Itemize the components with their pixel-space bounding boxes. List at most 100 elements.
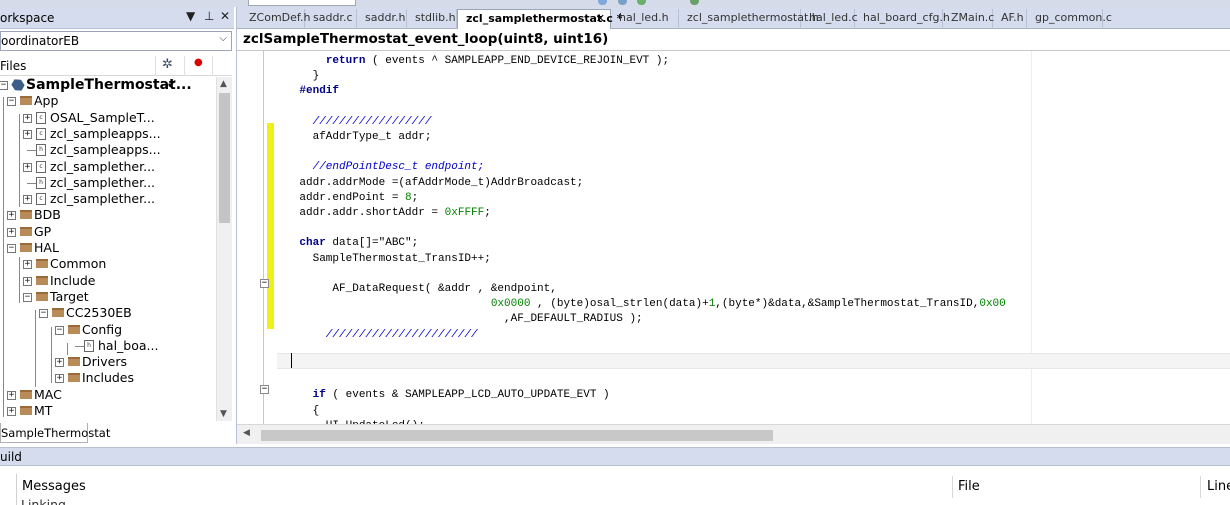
tree-item-mt[interactable]: + MT [0,403,216,419]
file-icon: h [84,339,94,352]
gear-icon[interactable]: ✲ [162,57,173,72]
tree-item-hal[interactable]: − HAL [0,240,216,256]
current-line-highlight [277,353,1230,369]
tab-hal-board-cfg-h[interactable]: hal_board_cfg.h [855,9,950,29]
tree-item-zcl-samplether[interactable]: + c zcl_samplether... [0,159,216,175]
collapse-icon[interactable]: − [7,244,16,253]
scroll-down-icon[interactable]: ▼ [220,409,227,419]
tree-item-label: HAL [34,240,59,255]
configuration-value: oordinatorEB [1,34,80,48]
tree-connector [51,327,52,383]
tree-item-label: BDB [34,207,61,223]
collapse-icon[interactable]: − [55,325,64,335]
function-navigator[interactable]: zclSampleThermostat_event_loop(uint8, ui… [237,29,1230,51]
scroll-up-icon[interactable]: ▲ [220,79,227,89]
editor-horizontal-scrollbar[interactable]: ◀ [237,424,1230,444]
tree-item-zcl-samplether[interactable]: h zcl_samplether... [0,175,216,191]
tree-item-samplethermostat[interactable]: − SampleThermostat... ✔ [0,77,216,93]
tree-item-config[interactable]: − Config [0,322,216,338]
tab-stdlib-h[interactable]: stdlib.h [407,9,457,29]
fold-toggle-icon[interactable]: − [260,385,269,394]
tree-item-gp[interactable]: + GP [0,224,216,240]
expand-icon[interactable]: + [23,113,32,123]
tree-item-label: zcl_samplether... [50,158,156,174]
tree-item-app[interactable]: − App [0,93,216,109]
toolbar-icon[interactable] [598,0,607,5]
collapse-icon[interactable]: − [7,97,16,107]
file-icon: c [36,127,46,140]
collapse-icon[interactable]: − [23,292,32,302]
scrollbar-thumb[interactable] [219,93,230,223]
expand-icon[interactable]: + [23,195,32,205]
tree-item-hal-boa[interactable]: h hal_boa... [0,338,216,354]
tab-label: hal_led.h [619,11,669,24]
file-icon: h [36,176,46,189]
tree-item-osal-samplet[interactable]: + c OSAL_SampleT... [0,110,216,126]
tree-item-common[interactable]: + Common [0,256,216,272]
tree-item-include[interactable]: + Include [0,273,216,289]
expand-icon[interactable]: + [23,162,32,172]
expand-icon[interactable]: + [7,227,16,237]
tree-item-zcl-sampleapps[interactable]: + c zcl_sampleapps... [0,126,216,142]
folder-icon [20,210,32,220]
folder-icon [20,389,32,399]
expand-icon[interactable]: + [23,276,32,286]
toolbar-icon[interactable] [637,0,646,5]
expand-icon[interactable]: + [7,407,16,416]
tree-item-label: Common [50,256,107,272]
scrollbar-thumb[interactable] [261,430,773,441]
expand-icon[interactable]: + [7,390,16,400]
toolbar-icon[interactable] [690,0,699,5]
tree-item-cc2530eb[interactable]: − CC2530EB [0,305,216,321]
tab-hal-led-h[interactable]: hal_led.h [611,9,679,29]
chevron-down-icon[interactable]: ⌵ [219,33,227,44]
toolbar-icon[interactable] [618,0,627,5]
collapse-icon[interactable]: − [0,81,8,90]
expand-icon[interactable]: + [23,129,32,139]
scroll-left-icon[interactable]: ◀ [243,428,250,438]
configuration-select[interactable]: oordinatorEB ⌵ [0,31,232,51]
tree-item-label: zcl_samplether... [50,191,156,207]
tab-zmain-c[interactable]: ZMain.c [943,9,994,29]
tree-item-zcl-samplether[interactable]: + c zcl_samplether... [0,191,216,207]
pin-icon[interactable]: ⊥ [204,9,214,23]
collapse-icon[interactable]: − [39,309,48,319]
code-line: #endif [273,85,340,98]
tab-samplethermostat[interactable]: SampleThermostat [0,423,110,443]
code-area[interactable]: − − return ( events ^ SAMPLEAPP_END_DEVI… [237,51,1230,424]
column-file[interactable]: File [958,479,980,494]
toolbar-combo[interactable] [248,0,356,6]
close-icon[interactable]: ✕ [596,10,605,28]
tab-hal-led-c[interactable]: hal_led.c [801,9,858,29]
tree-connector [19,114,20,207]
column-line[interactable]: Line [1207,479,1230,494]
folder-icon [20,406,32,415]
tree-item-target[interactable]: − Target [0,289,216,305]
close-icon[interactable]: ✕ [220,9,230,23]
tree-item-mac[interactable]: + MAC [0,387,216,403]
tree-item-zcl-sampleapps[interactable]: h zcl_sampleapps... [0,142,216,158]
expand-icon[interactable]: + [23,260,32,270]
tree-item-bdb[interactable]: + BDB [0,207,216,223]
text-caret [291,353,292,368]
expand-icon[interactable]: + [55,358,64,368]
code-line: { [273,404,320,417]
expand-icon[interactable]: + [55,374,64,384]
tab-saddr-h[interactable]: saddr.h [357,9,407,29]
column-messages[interactable]: Messages [22,479,86,494]
workspace-scrollbar[interactable]: ▲ ▼ [216,77,232,421]
tab-af-h[interactable]: AF.h [993,9,1027,29]
build-header: uild [0,447,1230,466]
code-line: //endPointDesc_t endpoint; [273,161,485,174]
tab-zcl-samplethermostat-h[interactable]: zcl_samplethermostat.h [679,9,819,29]
expand-icon[interactable]: + [7,211,16,221]
tab-label: saddr.c [313,11,353,24]
tree-item-drivers[interactable]: + Drivers [0,354,216,370]
dropdown-arrow-icon[interactable]: ▼ [186,9,195,23]
tab-zcomdef-h[interactable]: ZComDef.h [241,9,310,29]
tab-gp-common-c[interactable]: gp_common.c [1027,9,1112,29]
tab-saddr-c[interactable]: saddr.c [305,9,357,29]
tree-item-includes[interactable]: + Includes [0,370,216,386]
fold-toggle-icon[interactable]: − [260,279,269,288]
tab-zcl-samplethermostat-c[interactable]: zcl_samplethermostat.c * ✕ [457,9,623,29]
